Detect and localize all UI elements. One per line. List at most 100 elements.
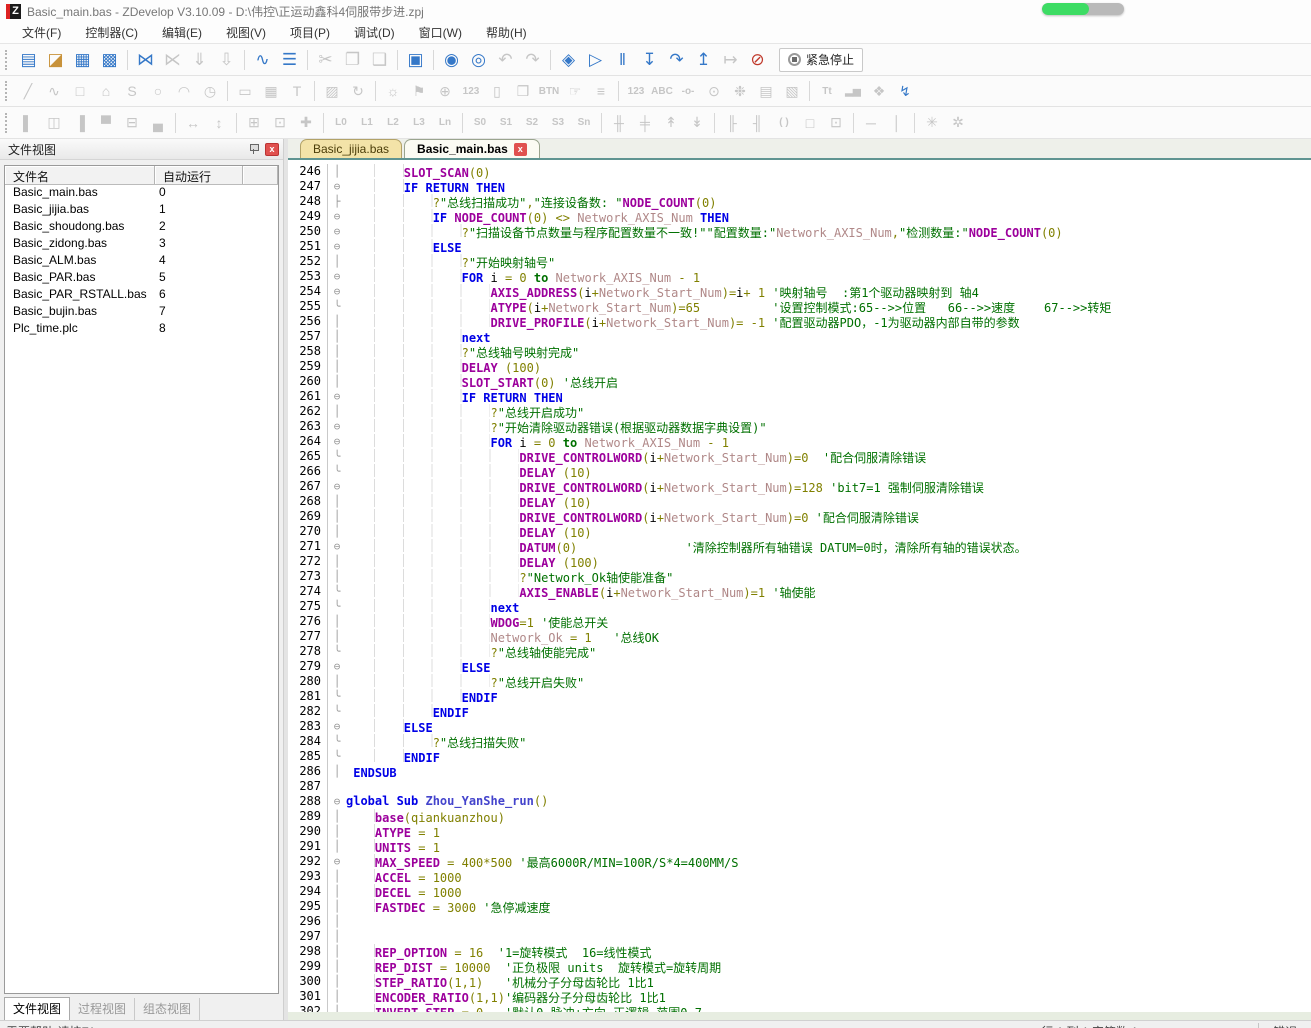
file-row[interactable]: Basic_PAR_RSTALL.bas6 <box>5 287 278 304</box>
same-height-icon[interactable]: ↕ <box>206 112 232 134</box>
file-row[interactable]: Basic_jijia.bas1 <box>5 202 278 219</box>
stop-icon[interactable]: ⊘ <box>744 48 771 72</box>
fold-marker[interactable]: │ <box>328 569 346 584</box>
code-line[interactable]: 255╰ATYPE(i+Network_Start_Num)=65 '设置控制模… <box>288 299 1311 314</box>
panel-close-button[interactable]: x <box>265 143 279 156</box>
fold-marker[interactable]: │ <box>328 629 346 644</box>
file-row[interactable]: Basic_main.bas0 <box>5 185 278 202</box>
file-row[interactable]: Basic_zidong.bas3 <box>5 236 278 253</box>
fold-marker[interactable]: │ <box>328 959 346 974</box>
draw-curve-icon[interactable]: S <box>119 80 145 102</box>
pin-icon[interactable] <box>248 143 260 155</box>
menu-help[interactable]: 帮助(H) <box>474 22 539 43</box>
code-line[interactable]: 249⊖IF NODE_COUNT(0) <> Network_AXIS_Num… <box>288 209 1311 224</box>
debug-pause-icon[interactable]: ‖ <box>609 48 636 72</box>
code-line[interactable]: 260│SLOT_START(0) '总线开启 <box>288 374 1311 389</box>
fold-marker[interactable] <box>328 779 346 794</box>
align-bottom-icon[interactable]: ▄ <box>145 112 171 134</box>
fold-marker[interactable]: ⊖ <box>328 479 346 494</box>
menu-file[interactable]: 文件(F) <box>10 22 73 43</box>
document-tab[interactable]: Basic_main.basx <box>404 139 540 158</box>
code-line[interactable]: 291│UNITS = 1 <box>288 839 1311 854</box>
file-row[interactable]: Basic_bujin.bas7 <box>5 304 278 321</box>
code-line[interactable]: 292⊖MAX_SPEED = 400*500 '最高6000R/MIN=100… <box>288 854 1311 869</box>
fold-marker[interactable]: ╰ <box>328 644 346 659</box>
window-widget-icon[interactable]: ❒ <box>510 80 536 102</box>
cad-icon[interactable]: ▧ <box>779 80 805 102</box>
code-line[interactable]: 264⊖FOR i = 0 to Network_AXIS_Num - 1 <box>288 434 1311 449</box>
touch-icon[interactable]: ☞ <box>562 80 588 102</box>
menu-project[interactable]: 项目(P) <box>278 22 342 43</box>
code-editor[interactable]: 246│SLOT_SCAN(0)247⊖IF RETURN THEN248├?"… <box>288 162 1311 1012</box>
save-all-icon[interactable]: ▩ <box>96 48 123 72</box>
fold-marker[interactable]: │ <box>328 989 346 1004</box>
fold-marker[interactable]: │ <box>328 824 346 839</box>
fold-marker[interactable]: │ <box>328 869 346 884</box>
copy-icon[interactable]: ❐ <box>339 48 366 72</box>
toolbar-grip[interactable] <box>5 113 10 133</box>
menu-edit[interactable]: 编辑(E) <box>150 22 214 43</box>
code-line[interactable]: 282╰ENDIF <box>288 704 1311 719</box>
code-line[interactable]: 251⊖ELSE <box>288 239 1311 254</box>
fold-marker[interactable]: │ <box>328 344 346 359</box>
save-icon[interactable]: ▦ <box>69 48 96 72</box>
hmi-edit-icon[interactable]: ↯ <box>892 80 918 102</box>
code-line[interactable]: 263⊖?"开始清除驱动器错误(根据驱动器数据字典设置)" <box>288 419 1311 434</box>
clock-icon[interactable]: ⊙ <box>701 80 727 102</box>
fold-marker[interactable]: ⊖ <box>328 239 346 254</box>
document-tab[interactable]: Basic_jijia.bas <box>300 139 402 158</box>
code-line[interactable]: 252│?"开始映射轴号" <box>288 254 1311 269</box>
fold-marker[interactable]: ╰ <box>328 749 346 764</box>
fold-marker[interactable]: ╰ <box>328 689 346 704</box>
label-l0-icon[interactable]: L0 <box>328 112 354 134</box>
draw-ellipse-icon[interactable]: ○ <box>145 80 171 102</box>
code-line[interactable]: 253⊖FOR i = 0 to Network_AXIS_Num - 1 <box>288 269 1311 284</box>
code-line[interactable]: 293│ACCEL = 1000 <box>288 869 1311 884</box>
align-middle-icon[interactable]: ⊟ <box>119 112 145 134</box>
fold-marker[interactable]: │ <box>328 614 346 629</box>
code-line[interactable]: 259│DELAY (100) <box>288 359 1311 374</box>
fold-marker[interactable]: ╰ <box>328 299 346 314</box>
palette-icon[interactable]: ❉ <box>727 80 753 102</box>
step-into-icon[interactable]: ↧ <box>636 48 663 72</box>
branch-open-icon[interactable]: ╟ <box>719 112 745 134</box>
contact-rising-icon[interactable]: ↟ <box>658 112 684 134</box>
view-tab[interactable]: 组态视图 <box>135 998 200 1020</box>
align-center-h-icon[interactable]: ◫ <box>41 112 67 134</box>
gauge-icon[interactable]: ⊕ <box>432 80 458 102</box>
code-line[interactable]: 246│SLOT_SCAN(0) <box>288 164 1311 179</box>
undo-icon[interactable]: ↶ <box>492 48 519 72</box>
label-l3-icon[interactable]: L3 <box>406 112 432 134</box>
step-over-icon[interactable]: ↷ <box>663 48 690 72</box>
text-input-icon[interactable]: ABC <box>649 80 675 102</box>
code-line[interactable]: 283⊖ELSE <box>288 719 1311 734</box>
draw-line-icon[interactable]: ╱ <box>15 80 41 102</box>
fold-marker[interactable]: ╰ <box>328 704 346 719</box>
fold-marker[interactable]: ⊖ <box>328 389 346 404</box>
code-line[interactable]: 248├?"总线扫描成功","连接设备数: "NODE_COUNT(0) <box>288 194 1311 209</box>
file-row[interactable]: Plc_time.plc8 <box>5 321 278 338</box>
connect-icon[interactable]: ⋈ <box>132 48 159 72</box>
column-empty[interactable] <box>243 166 278 184</box>
snap-toggle-icon[interactable]: ⊡ <box>267 112 293 134</box>
fold-marker[interactable]: ⊖ <box>328 719 346 734</box>
fold-marker[interactable]: │ <box>328 554 346 569</box>
branch-close-icon[interactable]: ╢ <box>745 112 771 134</box>
fold-marker[interactable]: ⊖ <box>328 224 346 239</box>
fold-marker[interactable]: ⊖ <box>328 209 346 224</box>
fold-marker[interactable]: │ <box>328 494 346 509</box>
fold-marker[interactable]: │ <box>328 254 346 269</box>
fold-marker[interactable]: │ <box>328 809 346 824</box>
debug-start-icon[interactable]: ◈ <box>555 48 582 72</box>
find-icon[interactable]: ◉ <box>438 48 465 72</box>
image-icon[interactable]: ▨ <box>319 80 345 102</box>
draw-polyline-icon[interactable]: ∿ <box>41 80 67 102</box>
menu-view[interactable]: 视图(V) <box>214 22 278 43</box>
code-line[interactable]: 295│FASTDEC = 3000 '急停减速度 <box>288 899 1311 914</box>
fold-marker[interactable]: ╰ <box>328 584 346 599</box>
code-line[interactable]: 299│REP_DIST = 10000 '正负极限 units 旋转模式=旋转… <box>288 959 1311 974</box>
code-line[interactable]: 275╰next <box>288 599 1311 614</box>
component-icon[interactable]: ❖ <box>866 80 892 102</box>
fold-marker[interactable]: │ <box>328 524 346 539</box>
oscilloscope-icon[interactable]: ∿ <box>249 48 276 72</box>
